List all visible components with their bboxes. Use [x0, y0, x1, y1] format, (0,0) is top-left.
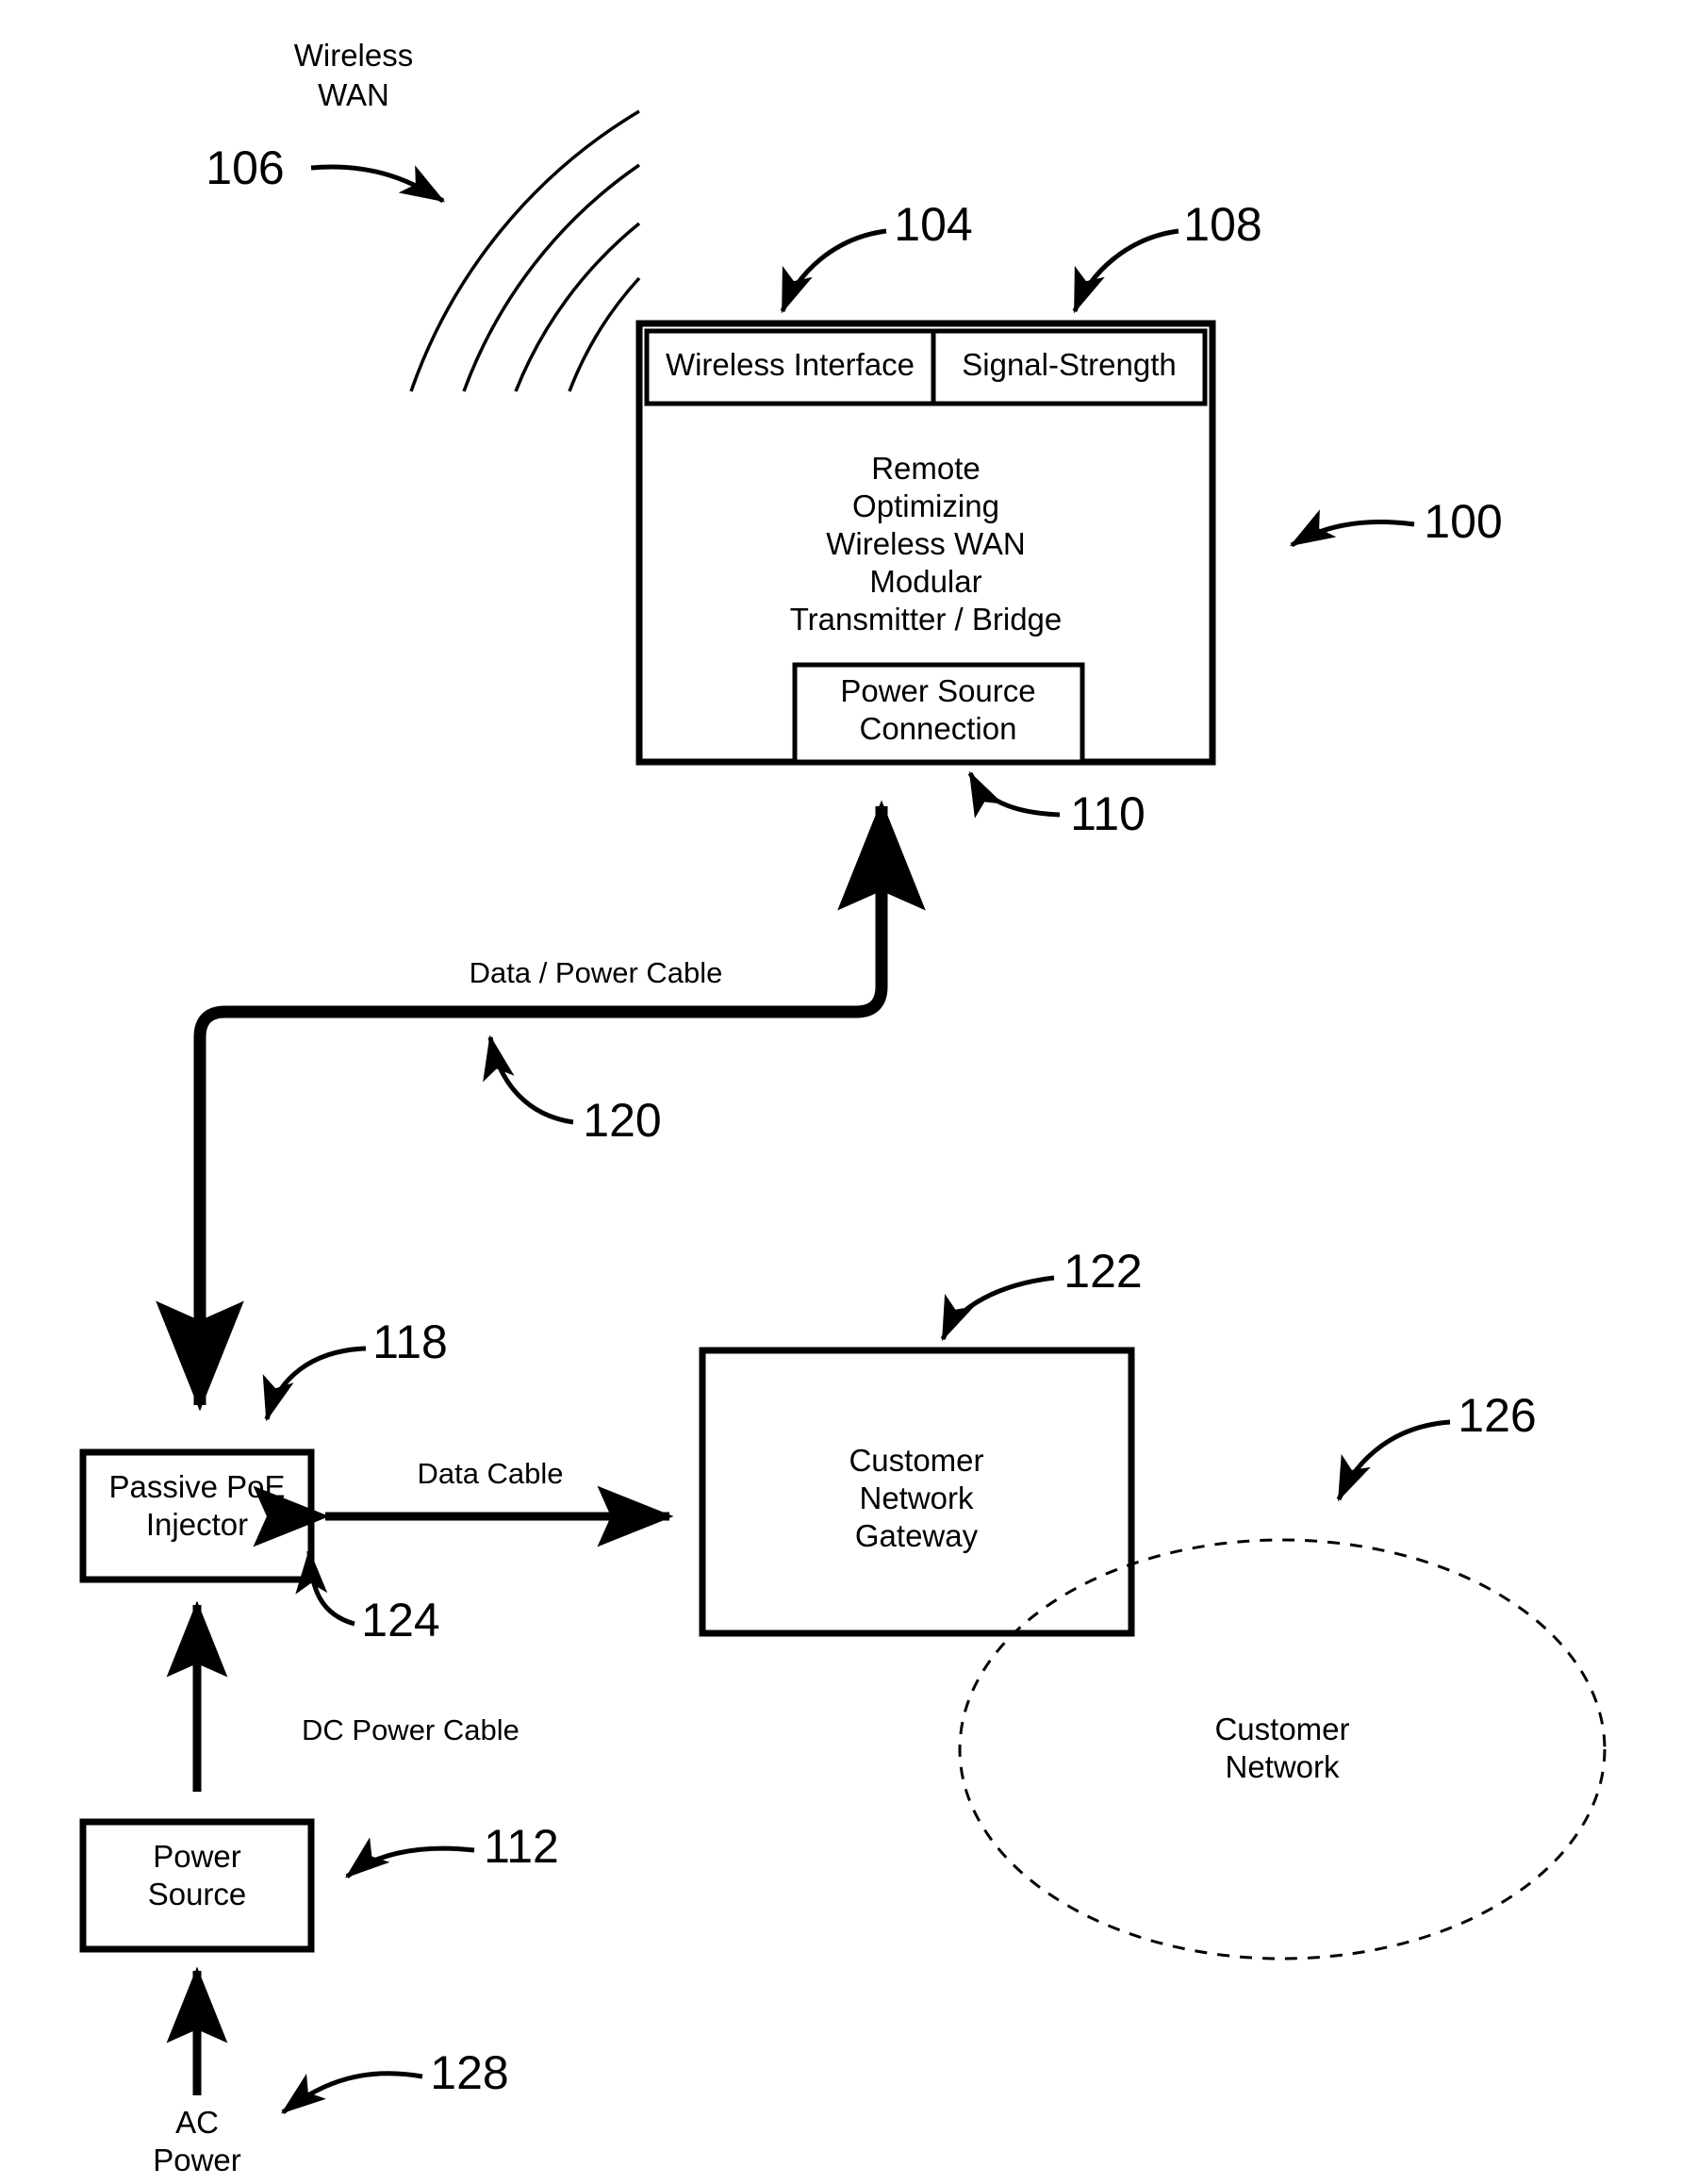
ref-110-leader-line — [967, 770, 1061, 819]
ac-power-label-line2: Power — [153, 2143, 241, 2177]
ref-124-leader-line — [295, 1548, 355, 1627]
wireless-interface-box: Wireless Interface — [644, 328, 936, 406]
poe-injector-label-line2: Injector — [146, 1507, 248, 1542]
transmitter-bridge-label-line2: Optimizing — [852, 488, 999, 523]
wireless-wan-label-line2: WAN — [318, 77, 389, 112]
power-source-connection-box: Power Source Connection — [792, 662, 1085, 765]
ac-power-label-line1: AC — [175, 2105, 219, 2140]
figure-canvas: Wireless WAN 106 Wireless Interface Sign… — [0, 0, 1698, 2184]
ref-120-leader-line — [483, 1034, 574, 1125]
customer-network-label-line1: Customer — [1214, 1712, 1349, 1746]
ref-122-leader-line — [940, 1275, 1055, 1342]
ref-104-label: 104 — [894, 198, 972, 251]
ref-106-label: 106 — [206, 141, 284, 194]
power-source-label-line1: Power — [153, 1839, 241, 1874]
ref-112-label: 112 — [484, 1820, 559, 1873]
ref-128-label: 128 — [430, 2046, 508, 2099]
transmitter-bridge-label-line3: Wireless WAN — [826, 526, 1025, 561]
wireless-wan-signal-arcs — [409, 109, 641, 392]
transmitter-bridge-label-line1: Remote — [871, 451, 981, 486]
power-source-label-line2: Source — [148, 1877, 247, 1911]
power-source-box: Power Source — [79, 1818, 315, 1953]
ref-126-leader-line — [1336, 1419, 1451, 1502]
power-source-connection-label-line2: Connection — [860, 711, 1017, 746]
signal-strength-box: Signal-Strength — [931, 328, 1208, 406]
customer-network-gateway-label-line1: Customer — [849, 1443, 983, 1478]
ref-100-leader-line — [1289, 509, 1415, 548]
transmitter-bridge-label-line4: Modular — [869, 564, 981, 599]
ref-118-leader-line — [262, 1346, 367, 1422]
ref-126-label: 126 — [1458, 1389, 1536, 1442]
customer-network-gateway-box: Customer Network Gateway — [699, 1347, 1135, 1637]
ref-106-leader-line — [310, 164, 446, 204]
transmitter-bridge-label-line5: Transmitter / Bridge — [790, 602, 1063, 637]
customer-network-gateway-label-line3: Gateway — [855, 1518, 979, 1553]
ref-112-leader-line — [345, 1837, 475, 1878]
data-cable-label: Data Cable — [417, 1457, 563, 1490]
wireless-interface-label: Wireless Interface — [666, 347, 915, 382]
passive-poe-injector-box: Passive PoE Injector — [79, 1448, 315, 1583]
ref-108-leader-line — [1072, 228, 1179, 314]
ref-118-label: 118 — [372, 1315, 448, 1368]
data-power-cable-line — [193, 800, 926, 1396]
ref-122-label: 122 — [1063, 1245, 1142, 1298]
patent-figure-diagram: Wireless WAN 106 Wireless Interface Sign… — [79, 38, 1607, 2177]
data-power-cable-connector — [156, 800, 926, 1412]
wireless-wan-label-line1: Wireless — [294, 38, 414, 73]
customer-network-label-line2: Network — [1225, 1749, 1340, 1784]
customer-network-gateway-label-line2: Network — [859, 1481, 974, 1515]
ref-108-label: 108 — [1183, 198, 1261, 251]
ref-124-label: 124 — [361, 1594, 439, 1646]
ref-110-label: 110 — [1070, 787, 1146, 840]
data-power-cable-label: Data / Power Cable — [470, 956, 723, 989]
poe-injector-label-line1: Passive PoE — [108, 1469, 285, 1504]
dc-power-cable-label: DC Power Cable — [302, 1713, 519, 1746]
ref-104-leader-line — [780, 228, 887, 314]
signal-strength-label: Signal-Strength — [962, 347, 1176, 382]
ref-120-label: 120 — [583, 1094, 661, 1147]
power-source-connection-label-line1: Power Source — [840, 673, 1035, 708]
ref-128-leader-line — [281, 2071, 423, 2114]
ref-100-label: 100 — [1424, 495, 1502, 548]
